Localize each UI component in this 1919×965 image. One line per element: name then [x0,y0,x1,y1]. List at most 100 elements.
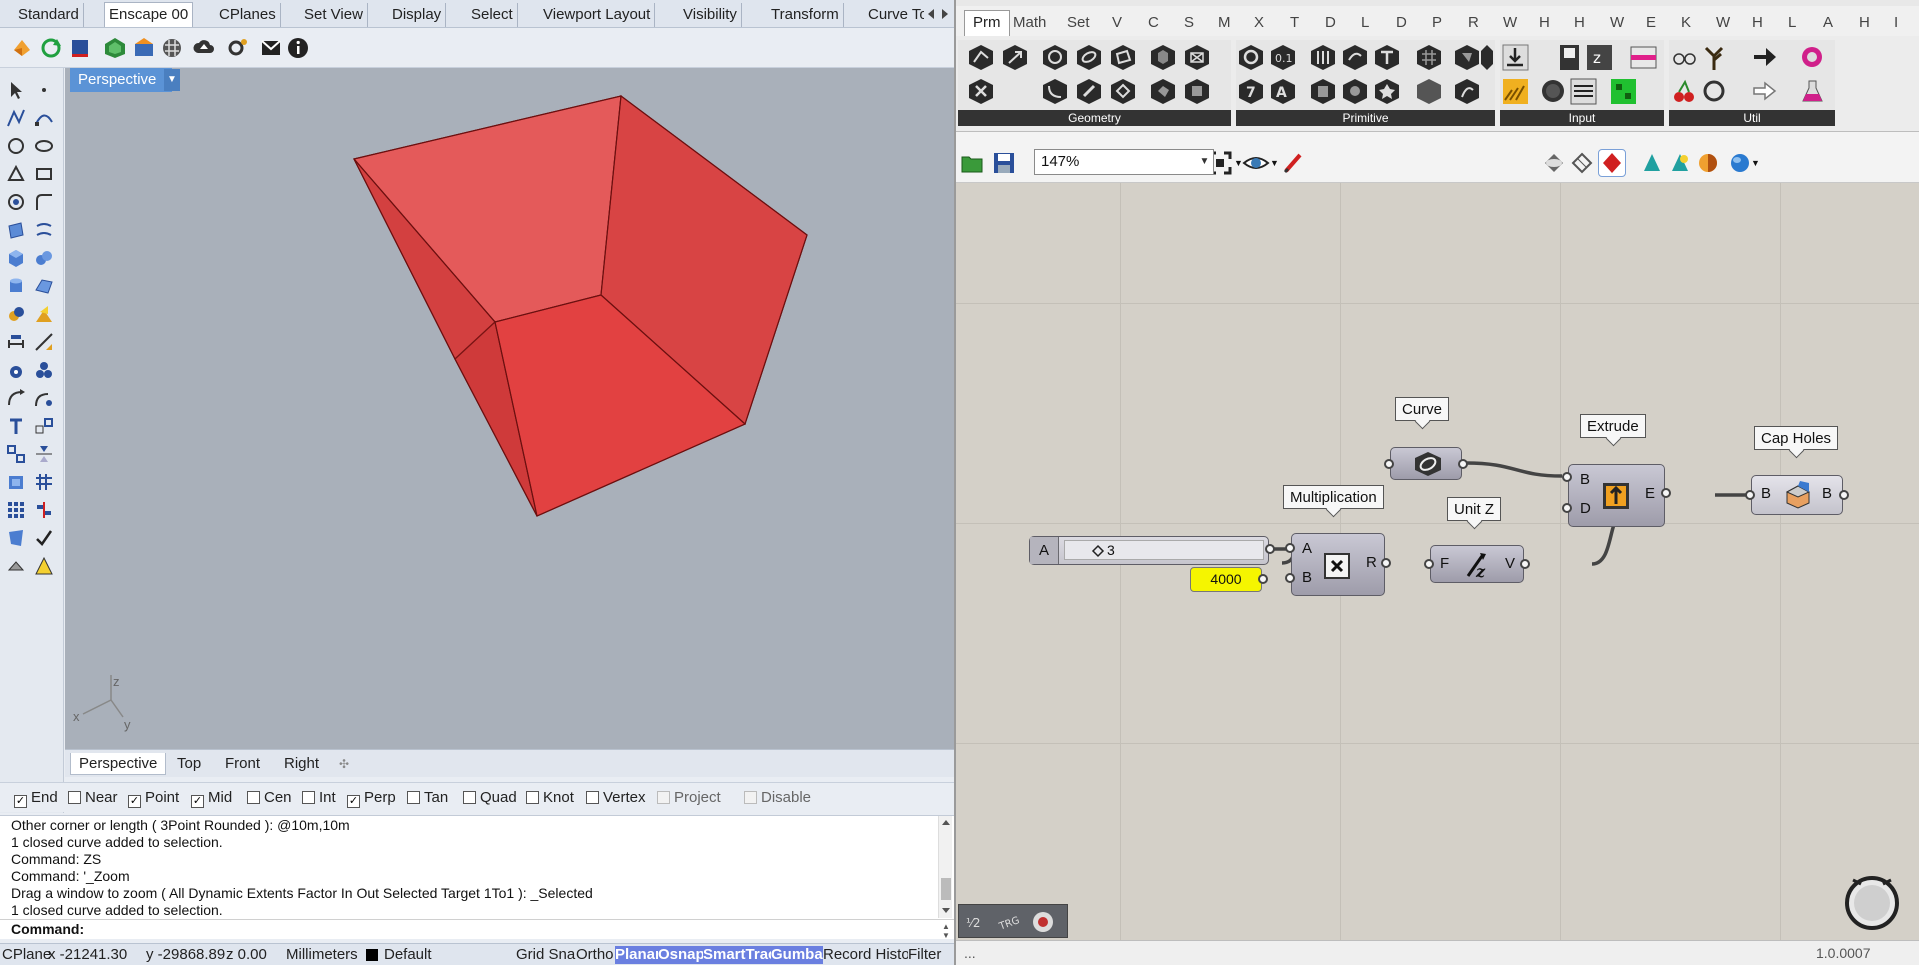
circle-param-icon[interactable] [1042,44,1069,71]
open-file-icon[interactable] [960,151,984,175]
explode-icon[interactable] [34,360,54,380]
mesh-quality-icon[interactable] [1728,151,1752,175]
gh-tab-v[interactable]: V [1112,13,1122,33]
tab-visibility[interactable]: Visibility [679,3,742,27]
enscape-upload-icon[interactable] [192,36,216,60]
osnap-mid-checkbox[interactable]: ✓ [191,795,204,808]
bitmap-input-icon[interactable] [1610,78,1637,105]
gh-tab-s[interactable]: S [1184,13,1194,33]
osnap-perp-checkbox[interactable]: ✓ [347,795,360,808]
data-dam-icon[interactable] [1701,44,1728,71]
toggle-input-icon[interactable] [1556,44,1583,71]
snap-grid-icon[interactable] [34,416,54,436]
perspective-viewport[interactable]: z x y [65,68,954,749]
osnap-tan[interactable]: Tan [407,789,448,807]
gh-tab-prm[interactable]: Prm [964,10,1010,36]
matrix-param-icon[interactable] [1416,44,1443,71]
guid-param-icon[interactable] [1374,78,1401,105]
osnap-project-checkbox[interactable] [657,791,670,804]
gh-tab-h[interactable]: H [1539,13,1550,33]
viewport-tab-perspective[interactable]: Perspective [70,753,167,775]
cap-holes-output-pin[interactable] [1839,490,1849,500]
gh-tab-k[interactable]: K [1681,13,1691,33]
curve-output-pin[interactable] [1458,459,1468,469]
line-param-icon[interactable] [1042,78,1069,105]
gh-tab-x[interactable]: X [1254,13,1264,33]
point-param-icon[interactable] [1150,78,1177,105]
extrude-component[interactable]: B D E [1568,464,1665,527]
rectangle-icon[interactable] [34,164,54,184]
osnap-disable-checkbox[interactable] [744,791,757,804]
cylinder-icon[interactable] [6,276,26,296]
osnap-end-checkbox[interactable]: ✓ [14,795,27,808]
status-cplane[interactable]: CPlane [2,946,52,964]
value-list-icon[interactable] [1570,78,1597,105]
gh-tab-l[interactable]: L [1361,13,1369,33]
dot-grid-icon[interactable] [6,500,26,520]
text-icon[interactable] [6,416,26,436]
ellipse-icon[interactable] [34,136,54,156]
material-preview-icon[interactable] [1696,151,1720,175]
extrude-input-b-pin[interactable] [1562,472,1572,482]
array-icon[interactable] [6,444,26,464]
preview-off-icon[interactable] [1542,151,1566,175]
extrude-output-e-pin[interactable] [1661,488,1671,498]
status-layer[interactable]: Default [384,946,484,964]
toggle-gumball[interactable]: Gumball [771,946,823,964]
multiplication-output-r-pin[interactable] [1381,558,1391,568]
tab-display[interactable]: Display [388,3,447,27]
curve-cv-icon[interactable] [34,108,54,128]
surface-icon[interactable] [6,220,26,240]
viewport-title[interactable]: Perspective [70,68,172,92]
osnap-quad[interactable]: Quad [463,789,517,807]
integer-param-icon[interactable]: 7 [1238,78,1265,105]
profiler-widget-icon[interactable] [1031,910,1055,934]
enscape-feedback-icon[interactable] [259,36,283,60]
osnap-perp[interactable]: ✓ Perp [347,789,396,808]
osnap-int-checkbox[interactable] [302,791,315,804]
toggle-filter[interactable]: Filter [908,946,952,964]
flask-icon[interactable] [1799,78,1826,105]
gh-tab-i[interactable]: I [1894,13,1898,33]
multiplication-input-a-pin[interactable] [1285,543,1295,553]
trg-widget-icon[interactable]: TRG [997,911,1023,933]
ring-icon[interactable] [1701,78,1728,105]
osnap-cen[interactable]: Cen [247,789,292,807]
tab-viewport-layout[interactable]: Viewport Layout [539,3,656,27]
time-param-icon[interactable] [1342,78,1369,105]
arrow-outline-icon[interactable] [1751,78,1778,105]
gh-tab-w[interactable]: W [1503,13,1517,33]
slider-output-pin[interactable] [1265,544,1275,554]
number-slider[interactable]: A 3 [1029,536,1269,565]
gh-tab-w3[interactable]: W [1716,13,1730,33]
grasshopper-canvas[interactable]: Curve Extrude B D E Cap Holes B B Multip… [956,183,1919,940]
move-icon[interactable] [34,332,54,352]
mesh-param-icon[interactable] [1184,44,1211,71]
fraction-widget-icon[interactable]: ⅟2 [965,911,989,933]
zoom-level-input[interactable]: 147% [1034,149,1214,175]
enscape-sync-icon[interactable] [103,36,127,60]
osnap-point[interactable]: ✓ Point [128,789,179,808]
unit-z-output-pin[interactable] [1520,559,1530,569]
viewport-tab-right[interactable]: Right [276,753,327,775]
arrow-right-icon[interactable] [1751,44,1778,71]
gradient-input-icon[interactable] [1630,44,1657,71]
osnap-cen-checkbox[interactable] [247,791,260,804]
enscape-views-icon[interactable] [132,36,156,60]
gh-tab-a[interactable]: A [1823,13,1833,33]
gh-tab-h4[interactable]: H [1859,13,1870,33]
save-file-icon[interactable] [992,151,1016,175]
generic-param-icon[interactable] [1454,78,1481,105]
gh-tab-e[interactable]: E [1646,13,1656,33]
gh-tab-l2[interactable]: L [1788,13,1796,33]
render-icon[interactable] [34,304,54,324]
button-input-icon[interactable] [1540,78,1567,105]
osnap-knot-checkbox[interactable] [526,791,539,804]
mirror-icon[interactable] [34,444,54,464]
grid-array-icon[interactable] [34,472,54,492]
mesh-icon[interactable] [34,276,54,296]
osnap-vertex[interactable]: Vertex [586,789,646,807]
preview-wireframe-icon[interactable] [1570,151,1594,175]
gh-tab-d2[interactable]: D [1396,13,1407,33]
gh-tab-t[interactable]: T [1290,13,1299,33]
